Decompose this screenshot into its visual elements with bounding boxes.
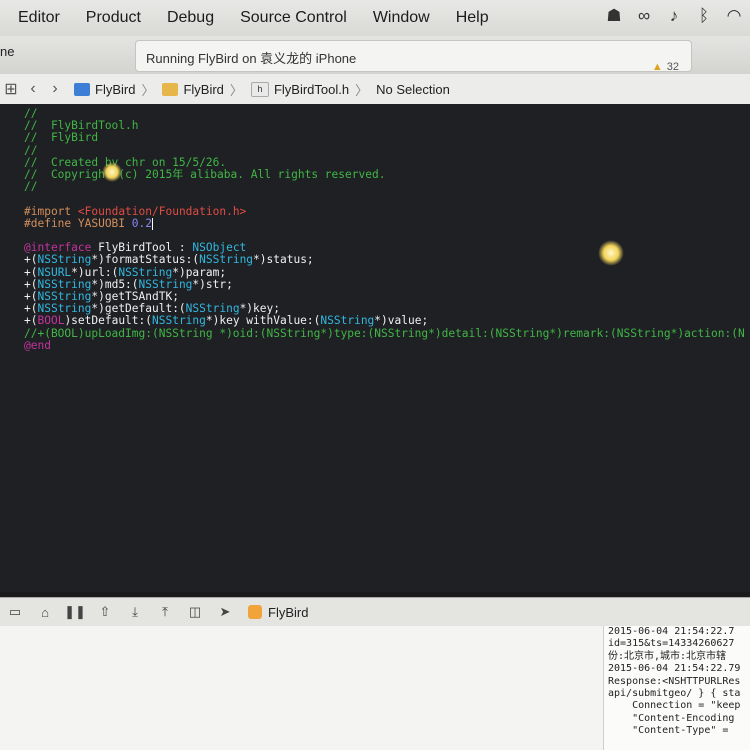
location-icon[interactable]: ➤ (210, 604, 240, 620)
debug-target-label: FlyBird (268, 604, 309, 620)
step-over-icon[interactable]: ⇧ (90, 604, 120, 620)
breadcrumb-label: FlyBirdTool.h (273, 81, 350, 97)
activity-viewer: Running FlyBird on 袁义龙的 iPhone ▲ 32 (135, 40, 692, 73)
robot-icon[interactable]: ☗ (604, 6, 624, 26)
console-line: api/submitgeo/ } { sta (608, 688, 741, 700)
related-items-icon[interactable]: ⊞ (0, 79, 22, 99)
console-line: 份:北京市,城市:北京市辖 (608, 650, 727, 662)
console-line: id=315&ts=14334260627 (608, 638, 735, 650)
console-line: "Content-Encoding (608, 712, 735, 724)
code-line[interactable]: //+(BOOL)upLoadImg:(NSString *)oid:(NSSt… (24, 327, 745, 340)
chevron-right-icon: 〉 (229, 82, 243, 98)
bell-icon[interactable]: ♪ (664, 6, 684, 26)
warning-count: 32 (666, 61, 679, 73)
console-output[interactable]: 2015-06-04 21:54:22.7 id=315&ts=14334260… (603, 626, 750, 750)
breakpoints-toggle-icon[interactable]: ⌂ (30, 605, 60, 620)
forward-button[interactable]: › (44, 80, 66, 98)
wifi-icon[interactable]: ◠ (724, 6, 744, 26)
menu-window[interactable]: Window (360, 9, 443, 27)
light-glare (102, 162, 122, 182)
scheme-selector[interactable]: ne (0, 44, 14, 59)
console-line: Connection = "keep (608, 700, 741, 712)
code-text[interactable]: //// FlyBirdTool.h// FlyBird//// Created… (24, 107, 745, 352)
toolbar: ne Running FlyBird on 袁义龙的 iPhone ▲ 32 (0, 36, 750, 75)
step-into-icon[interactable]: ⤓ (120, 604, 150, 620)
breadcrumb-file[interactable]: h FlyBirdTool.h 〉 (250, 80, 369, 99)
app-icon (248, 605, 262, 619)
status-icons: ☗ ∞ ♪ ᛒ ◠ (604, 6, 744, 26)
code-line[interactable]: #define YASUOBI 0.2 (24, 217, 745, 230)
code-line[interactable]: // FlyBird (24, 132, 745, 144)
warning-indicator[interactable]: ▲ 32 (652, 61, 679, 73)
jump-bar: ⊞ ‹ › FlyBird 〉 FlyBird 〉 h FlyBirdTool.h 〉 … (0, 74, 750, 105)
chevron-right-icon: 〉 (355, 82, 369, 98)
debug-target[interactable]: FlyBird (248, 605, 308, 620)
breadcrumb-selection[interactable]: No Selection (376, 82, 450, 97)
pause-icon[interactable]: ❚❚ (60, 604, 90, 620)
menu-product[interactable]: Product (73, 9, 154, 27)
activity-status-text: Running FlyBird on 袁义龙的 iPhone (146, 51, 357, 66)
folder-icon (162, 82, 179, 96)
breadcrumb-label: No Selection (376, 81, 450, 97)
view-hierarchy-icon[interactable]: ◫ (180, 604, 210, 620)
back-button[interactable]: ‹ (22, 80, 44, 98)
menu-bar: Editor Product Debug Source Control Wind… (0, 0, 750, 36)
console-line: "Content-Type" = (608, 725, 735, 737)
breadcrumb-group[interactable]: FlyBird 〉 (162, 80, 243, 99)
console-line: 2015-06-04 21:54:22.79 (608, 663, 741, 675)
glasses-icon[interactable]: ∞ (634, 6, 654, 26)
source-editor[interactable]: //// FlyBirdTool.h// FlyBird//// Created… (0, 104, 750, 592)
breadcrumb-label: FlyBird (183, 81, 224, 97)
warning-icon: ▲ (651, 61, 663, 73)
code-line[interactable]: // FlyBirdTool.h (24, 120, 745, 132)
menu-editor[interactable]: Editor (0, 9, 73, 27)
chevron-right-icon: 〉 (141, 82, 155, 98)
menu-debug[interactable]: Debug (154, 9, 227, 27)
console-line: 2015-06-04 21:54:22.7 (608, 626, 735, 637)
menu-help[interactable]: Help (443, 9, 502, 27)
variables-view[interactable] (0, 626, 603, 750)
code-line[interactable]: // Copyright (c) 2015年 alibaba. All righ… (24, 168, 745, 181)
code-line[interactable]: @end (24, 339, 745, 352)
project-icon (74, 82, 90, 96)
debug-bar: ▭ ⌂ ❚❚ ⇧ ⤓ ⤒ ◫ ➤ FlyBird (0, 597, 750, 627)
console-line: Response:<NSHTTPURLRes (608, 675, 741, 687)
bluetooth-icon[interactable]: ᛒ (694, 6, 714, 26)
step-out-icon[interactable]: ⤒ (150, 604, 180, 620)
menu-source-control[interactable]: Source Control (227, 9, 360, 27)
code-line[interactable]: // (24, 181, 745, 193)
header-file-icon: h (250, 81, 269, 97)
breadcrumb-label: FlyBird (95, 81, 136, 97)
breadcrumb-project[interactable]: FlyBird 〉 (74, 80, 154, 99)
light-glare (598, 240, 624, 266)
hide-debug-area-icon[interactable]: ▭ (0, 604, 30, 620)
